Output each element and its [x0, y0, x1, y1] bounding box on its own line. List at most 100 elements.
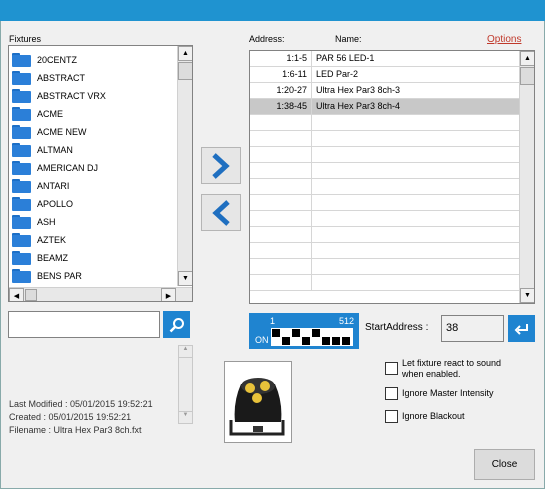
search-button[interactable]: [163, 311, 190, 338]
grid-row[interactable]: [250, 243, 519, 259]
grid-name-cell: PAR 56 LED-1: [316, 53, 375, 63]
fixture-folder-label: ANTARI: [37, 181, 70, 191]
grid-address-cell: [250, 163, 312, 179]
par-fixture-icon: [229, 378, 285, 436]
fixture-folder-label: ACME NEW: [37, 127, 87, 137]
grid-row[interactable]: [250, 211, 519, 227]
hscroll-thumb[interactable]: [25, 289, 37, 301]
grid-scroll-thumb[interactable]: [520, 67, 534, 85]
grid-row[interactable]: [250, 227, 519, 243]
grid-row[interactable]: [250, 259, 519, 275]
scroll-thumb[interactable]: [178, 62, 192, 80]
grid-vscrollbar[interactable]: ▲ ▼: [519, 51, 534, 303]
chevron-left-icon: [212, 199, 230, 226]
grid-row[interactable]: 1:20-27 Ultra Hex Par3 8ch-3: [250, 83, 519, 99]
title-bar: [0, 0, 545, 21]
grid-row[interactable]: 1:1-5 PAR 56 LED-1: [250, 51, 519, 67]
grid-row[interactable]: [250, 275, 519, 291]
search-icon: [169, 317, 184, 332]
dip-end-label: 512: [338, 316, 354, 326]
grid-scroll-up-button[interactable]: ▲: [520, 51, 534, 66]
grid-row[interactable]: [250, 147, 519, 163]
fixture-folder-item[interactable]: 20CENTZ: [12, 51, 77, 69]
dip-start-label: 1: [270, 316, 276, 326]
grid-address-cell: 1:6-11: [250, 67, 312, 83]
fixture-folder-item[interactable]: ABSTRACT VRX: [12, 87, 106, 105]
info-scrollbar[interactable]: ▲ ▼: [178, 345, 193, 424]
fixture-folder-label: AZTEK: [37, 235, 67, 245]
scroll-right-button[interactable]: ▶: [161, 288, 176, 301]
options-link[interactable]: Options: [487, 34, 521, 45]
folder-icon: [12, 71, 31, 85]
fixture-folder-item[interactable]: AZTEK: [12, 231, 66, 249]
folder-icon: [12, 161, 31, 175]
fixture-folder-item[interactable]: APOLLO: [12, 195, 73, 213]
info-scroll-down[interactable]: ▼: [179, 411, 192, 423]
folder-icon: [12, 251, 31, 265]
search-input[interactable]: [8, 311, 160, 338]
folder-icon: [12, 53, 31, 67]
folder-icon: [12, 89, 31, 103]
grid-row[interactable]: [250, 163, 519, 179]
fixtures-list[interactable]: 20CENTZ ABSTRACT ABSTRACT VRX ACME ACME NEW A…: [8, 45, 193, 302]
chevron-right-icon: [212, 152, 230, 179]
scroll-left-button[interactable]: ◀: [9, 288, 24, 301]
fixtures-vscrollbar[interactable]: ▲ ▼: [177, 46, 192, 286]
fixture-folder-label: ABSTRACT: [37, 73, 86, 83]
grid-row[interactable]: 1:38-45 Ultra Hex Par3 8ch-4: [250, 99, 519, 115]
grid-address-cell: [250, 259, 312, 275]
grid-address-cell: [250, 115, 312, 131]
fixture-folder-item[interactable]: BEAMZ: [12, 249, 68, 267]
enter-icon: [514, 323, 528, 335]
scroll-up-button[interactable]: ▲: [178, 46, 192, 61]
ignore-master-checkbox[interactable]: [385, 387, 398, 400]
grid-address-cell: 1:38-45: [250, 99, 312, 115]
fixtures-label: Fixtures: [9, 34, 42, 44]
fixture-folder-item[interactable]: ANTARI: [12, 177, 69, 195]
fixture-folder-item[interactable]: ACME: [12, 105, 63, 123]
ignore-master-label: Ignore Master Intensity: [402, 388, 494, 398]
grid-address-cell: [250, 243, 312, 259]
grid-address-cell: [250, 179, 312, 195]
react-sound-label: Let fixture react to sound when enabled.: [402, 358, 502, 379]
patch-grid[interactable]: 1:1-5 PAR 56 LED-1 1:6-11 LED Par-2 1:20-27 U…: [249, 50, 535, 304]
grid-address-cell: [250, 131, 312, 147]
fixture-folder-item[interactable]: ACME NEW: [12, 123, 87, 141]
dip-switch-display: 1 512 ON: [249, 313, 359, 349]
add-fixture-button[interactable]: [201, 147, 241, 184]
ignore-blackout-label: Ignore Blackout: [402, 411, 465, 421]
react-sound-checkbox[interactable]: [385, 362, 398, 375]
scroll-down-button[interactable]: ▼: [178, 271, 192, 286]
info-scroll-up[interactable]: ▲: [179, 346, 192, 358]
grid-row[interactable]: [250, 131, 519, 147]
fixture-folder-label: ABSTRACT VRX: [37, 91, 106, 101]
dip-switches: [271, 328, 353, 346]
grid-address-cell: [250, 275, 312, 291]
folder-icon: [12, 107, 31, 121]
folder-icon: [12, 125, 31, 139]
fixture-folder-item[interactable]: AMERICAN DJ: [12, 159, 98, 177]
fixture-folder-item[interactable]: ABSTRACT: [12, 69, 85, 87]
start-address-label: StartAddress :: [365, 322, 429, 333]
grid-row[interactable]: [250, 195, 519, 211]
grid-row[interactable]: 1:6-11 LED Par-2: [250, 67, 519, 83]
grid-scroll-down-button[interactable]: ▼: [520, 288, 534, 303]
grid-row[interactable]: [250, 115, 519, 131]
folder-icon: [12, 215, 31, 229]
ignore-blackout-checkbox[interactable]: [385, 410, 398, 423]
close-button[interactable]: Close: [474, 449, 535, 480]
start-address-input[interactable]: 38: [441, 315, 504, 342]
remove-fixture-button[interactable]: [201, 194, 241, 231]
fixture-folder-label: AMERICAN DJ: [37, 163, 99, 173]
grid-name-cell: Ultra Hex Par3 8ch-4: [316, 101, 401, 111]
fixtures-hscrollbar[interactable]: ◀ ▶: [9, 287, 192, 301]
grid-row[interactable]: [250, 179, 519, 195]
enter-button[interactable]: [508, 315, 535, 342]
fixture-folder-item[interactable]: ASH: [12, 213, 56, 231]
fixture-folder-item[interactable]: BENS PAR: [12, 267, 82, 285]
grid-address-cell: 1:1-5: [250, 51, 312, 67]
folder-icon: [12, 179, 31, 193]
grid-address-cell: 1:20-27: [250, 83, 312, 99]
fixture-preview-image: [224, 361, 292, 443]
fixture-folder-item[interactable]: ALTMAN: [12, 141, 73, 159]
